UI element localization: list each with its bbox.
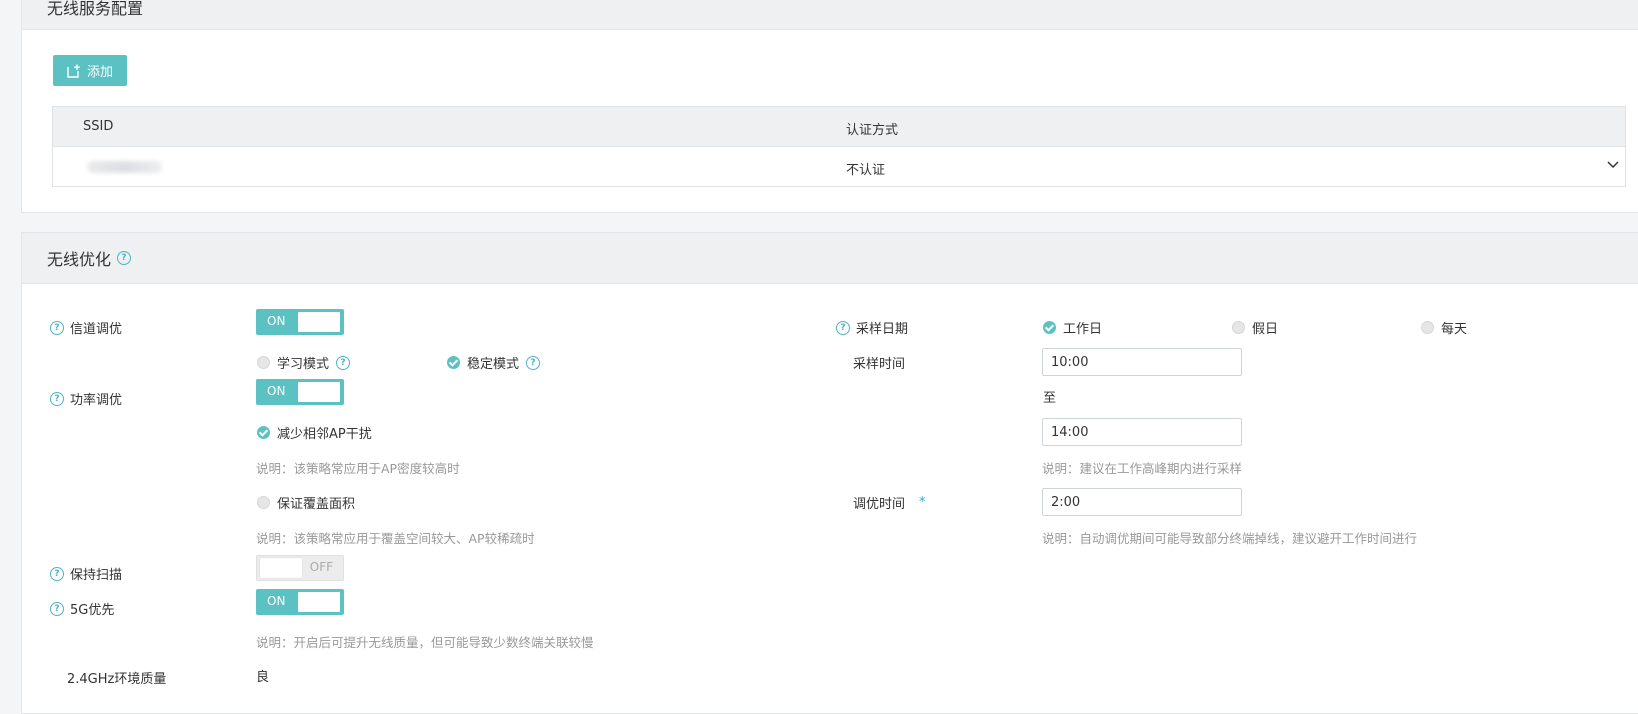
required-mark: * xyxy=(919,495,926,510)
chevron-down-icon[interactable] xyxy=(1607,161,1619,169)
stable-mode-radio[interactable]: 稳定模式 ? xyxy=(447,353,541,372)
question-circle-icon[interactable]: ? xyxy=(117,251,132,265)
learning-mode-label: 学习模式 xyxy=(277,357,330,372)
column-header-auth: 认证方式 xyxy=(846,123,899,138)
sampling-end-input[interactable] xyxy=(1042,418,1242,446)
question-circle-icon[interactable]: ? xyxy=(336,355,351,370)
keep-scan-toggle[interactable]: OFF xyxy=(256,555,344,581)
toggle-knob xyxy=(298,382,340,402)
tuning-time-text: 调优时间 xyxy=(853,497,906,512)
sampling-date-text: 采样日期 xyxy=(856,322,909,337)
env-quality-value: 良 xyxy=(256,670,270,685)
optimization-header: 无线优化 ? xyxy=(22,233,1638,284)
add-icon xyxy=(67,64,80,78)
channel-tuning-label: ? 信道调优 xyxy=(50,318,122,337)
holiday-radio[interactable]: 假日 xyxy=(1232,318,1278,337)
question-circle-icon[interactable]: ? xyxy=(836,320,850,335)
sampling-to-text: 至 xyxy=(1043,391,1057,406)
learning-mode-radio[interactable]: 学习模式 ? xyxy=(257,353,351,372)
tuning-time-label: 调优时间 * xyxy=(853,493,926,512)
optimization-title-group: 无线优化 ? xyxy=(47,246,132,270)
workday-radio[interactable]: 工作日 xyxy=(1043,318,1102,337)
question-circle-icon[interactable]: ? xyxy=(50,391,64,406)
column-header-ssid: SSID xyxy=(83,119,114,134)
toggle-state-text: ON xyxy=(267,384,286,398)
wireless-service-title: 无线服务配置 xyxy=(47,0,144,18)
radio-dot xyxy=(1232,321,1245,334)
reduce-interference-note: 说明：该策略常应用于AP密度较高时 xyxy=(256,461,460,476)
ssid-table: SSID 认证方式 不认证 xyxy=(52,106,1626,187)
auth-value: 不认证 xyxy=(846,163,886,178)
optimization-title: 无线优化 xyxy=(47,250,112,269)
power-tuning-toggle[interactable]: ON xyxy=(256,379,344,405)
radio-dot xyxy=(1421,321,1434,334)
add-button-label: 添加 xyxy=(86,65,113,80)
wireless-service-header: 无线服务配置 xyxy=(22,0,1638,30)
keep-scan-text: 保持扫描 xyxy=(70,568,123,583)
5g-priority-text: 5G优先 xyxy=(70,603,115,618)
table-header: SSID 认证方式 xyxy=(53,107,1625,147)
radio-dot-checked xyxy=(1043,321,1056,334)
5g-priority-toggle[interactable]: ON xyxy=(256,589,344,615)
ensure-coverage-note: 说明：该策略常应用于覆盖空间较大、AP较稀疏时 xyxy=(256,531,535,546)
toggle-state-text: OFF xyxy=(309,560,333,574)
stable-mode-label: 稳定模式 xyxy=(467,357,520,372)
power-tuning-text: 功率调优 xyxy=(70,393,123,408)
workday-label: 工作日 xyxy=(1063,322,1103,337)
radio-dot xyxy=(257,356,270,369)
add-button[interactable]: 添加 xyxy=(53,55,127,86)
sampling-date-label: ? 采样日期 xyxy=(836,318,908,337)
everyday-label: 每天 xyxy=(1441,322,1468,337)
5g-priority-note: 说明：开启后可提升无线质量，但可能导致少数终端关联较慢 xyxy=(256,635,594,650)
env-quality-label: 2.4GHz环境质量 xyxy=(67,672,167,687)
question-circle-icon[interactable]: ? xyxy=(50,601,64,616)
toggle-state-text: ON xyxy=(267,314,286,328)
sampling-time-note: 说明：建议在工作高峰期内进行采样 xyxy=(1042,461,1243,476)
toggle-state-text: ON xyxy=(267,594,286,608)
tuning-time-input[interactable] xyxy=(1042,488,1242,516)
keep-scan-label: ? 保持扫描 xyxy=(50,564,122,583)
ensure-coverage-label: 保证覆盖面积 xyxy=(277,497,356,512)
power-tuning-label: ? 功率调优 xyxy=(50,389,122,408)
holiday-label: 假日 xyxy=(1252,322,1279,337)
toggle-knob xyxy=(298,592,340,612)
reduce-interference-label: 减少相邻AP干扰 xyxy=(277,427,372,442)
table-row[interactable]: 不认证 xyxy=(53,147,1625,186)
ensure-coverage-radio[interactable]: 保证覆盖面积 xyxy=(257,493,355,512)
toggle-knob xyxy=(260,558,302,578)
radio-dot xyxy=(257,496,270,509)
toggle-knob xyxy=(298,312,340,332)
channel-tuning-toggle[interactable]: ON xyxy=(256,309,344,335)
everyday-radio[interactable]: 每天 xyxy=(1421,318,1467,337)
question-circle-icon[interactable]: ? xyxy=(526,355,541,370)
5g-priority-label: ? 5G优先 xyxy=(50,599,114,618)
radio-dot-checked xyxy=(447,356,460,369)
ssid-value-redacted xyxy=(87,161,162,173)
tuning-time-note: 说明：自动调优期间可能导致部分终端掉线，建议避开工作时间进行 xyxy=(1042,531,1418,546)
radio-dot-checked xyxy=(257,426,270,439)
question-circle-icon[interactable]: ? xyxy=(50,566,64,581)
sampling-start-input[interactable] xyxy=(1042,348,1242,376)
sampling-time-label: 采样时间 xyxy=(853,357,906,372)
question-circle-icon[interactable]: ? xyxy=(50,320,64,335)
reduce-interference-radio[interactable]: 减少相邻AP干扰 xyxy=(257,423,372,442)
channel-tuning-text: 信道调优 xyxy=(70,322,123,337)
